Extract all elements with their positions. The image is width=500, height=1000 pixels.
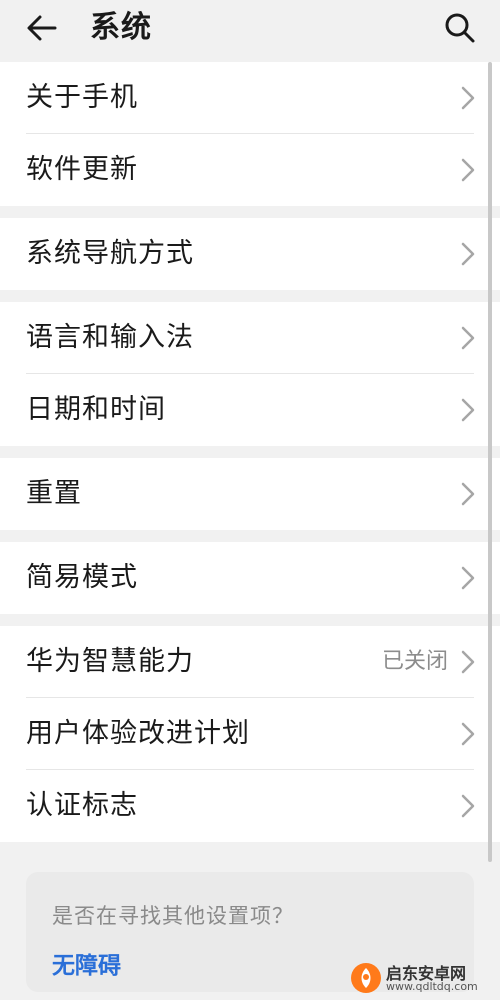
settings-list: 关于手机 软件更新 系统导航方式 语言和输入法 日期和时间 重置 简易模式 华为… <box>0 62 500 854</box>
suggestion-text: 是否在寻找其他设置项？ <box>52 904 294 928</box>
chevron-right-icon <box>461 86 475 110</box>
settings-item-label: 关于手机 <box>26 82 138 113</box>
watermark-logo-icon <box>351 963 381 993</box>
chevron-right-icon <box>461 650 475 674</box>
settings-item-label: 华为智慧能力 <box>26 646 194 677</box>
settings-group-device: 关于手机 软件更新 <box>0 62 500 206</box>
settings-item-about-phone[interactable]: 关于手机 <box>0 62 500 134</box>
chevron-right-icon <box>461 326 475 350</box>
chevron-right-icon <box>461 158 475 182</box>
chevron-right-icon <box>461 722 475 746</box>
chevron-right-icon <box>461 242 475 266</box>
search-button[interactable] <box>438 6 482 50</box>
scrollbar[interactable] <box>488 62 492 862</box>
settings-item-huawei-smart[interactable]: 华为智慧能力 已关闭 <box>0 626 500 698</box>
watermark-url: www.qdltdq.com <box>386 980 478 993</box>
chevron-right-icon <box>461 794 475 818</box>
site-watermark: 启东安卓网 www.qdltdq.com <box>350 958 490 998</box>
settings-item-reset[interactable]: 重置 <box>0 458 500 530</box>
settings-item-date-time[interactable]: 日期和时间 <box>0 374 500 446</box>
chevron-right-icon <box>461 398 475 422</box>
settings-group-other: 华为智慧能力 已关闭 用户体验改进计划 认证标志 <box>0 626 500 842</box>
chevron-right-icon <box>461 482 475 506</box>
app-header: 系统 <box>0 0 500 58</box>
settings-item-user-experience[interactable]: 用户体验改进计划 <box>0 698 500 770</box>
settings-item-language-input[interactable]: 语言和输入法 <box>0 302 500 374</box>
settings-item-certification[interactable]: 认证标志 <box>0 770 500 842</box>
back-button[interactable] <box>20 6 64 50</box>
chevron-right-icon <box>461 566 475 590</box>
settings-item-label: 简易模式 <box>26 562 138 593</box>
settings-group-reset: 重置 <box>0 458 500 530</box>
settings-item-label: 用户体验改进计划 <box>26 718 250 749</box>
settings-item-label: 软件更新 <box>26 154 138 185</box>
settings-item-label: 认证标志 <box>26 790 138 821</box>
settings-item-simple-mode[interactable]: 简易模式 <box>0 542 500 614</box>
settings-item-label: 日期和时间 <box>26 394 166 425</box>
settings-item-software-update[interactable]: 软件更新 <box>0 134 500 206</box>
settings-group-language-time: 语言和输入法 日期和时间 <box>0 302 500 446</box>
settings-item-label: 系统导航方式 <box>26 238 194 269</box>
settings-item-system-navigation[interactable]: 系统导航方式 <box>0 218 500 290</box>
search-icon <box>445 13 475 43</box>
settings-group-simple-mode: 简易模式 <box>0 542 500 614</box>
accessibility-link[interactable]: 无障碍 <box>52 946 121 980</box>
settings-item-status: 已关闭 <box>381 649 448 674</box>
arrow-left-icon <box>27 15 57 41</box>
settings-item-label: 语言和输入法 <box>26 322 194 353</box>
page-title: 系统 <box>90 10 152 45</box>
settings-group-navigation: 系统导航方式 <box>0 218 500 290</box>
settings-item-label: 重置 <box>26 478 82 509</box>
